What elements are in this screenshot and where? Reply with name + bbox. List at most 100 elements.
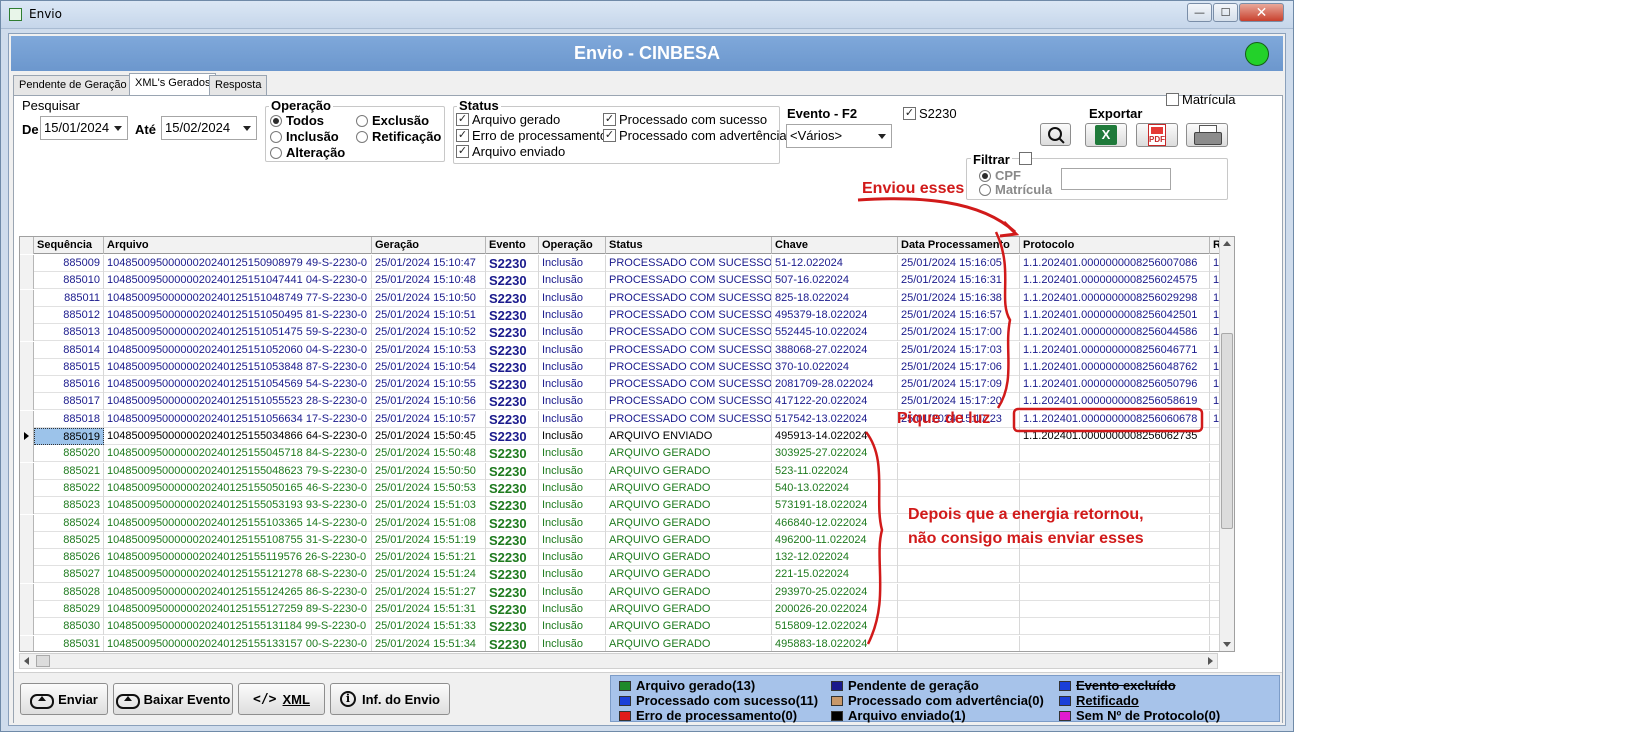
row-indicator-cell[interactable] — [20, 445, 34, 463]
row-indicator-cell[interactable] — [20, 255, 34, 272]
evento-select[interactable]: <Vários> — [786, 124, 892, 148]
close-button[interactable]: ✕ — [1239, 3, 1284, 22]
row-indicator-cell[interactable] — [20, 376, 34, 394]
legend-item: Processado com sucesso(11) — [619, 693, 818, 708]
grid-horizontal-scrollbar[interactable] — [19, 653, 1218, 669]
print-button[interactable] — [1186, 123, 1228, 147]
table-row[interactable]: 885014 10485009500000020240125151052060 0… — [20, 341, 1234, 359]
check-s2230[interactable]: ✓ S2230 — [903, 106, 957, 121]
table-row[interactable]: 885010 10485009500000020240125151047441 0… — [20, 272, 1234, 290]
column-header-status[interactable]: Status — [606, 237, 772, 254]
export-pdf-button[interactable]: PDF — [1136, 123, 1178, 147]
check-processado-sucesso[interactable]: ✓ Processado com sucesso — [603, 112, 767, 127]
date-from-picker[interactable]: 15/01/2024 — [40, 116, 128, 140]
search-button[interactable] — [1040, 123, 1071, 146]
minimize-button[interactable]: — — [1187, 3, 1212, 22]
arrow-left-icon[interactable] — [24, 657, 29, 665]
scrollbar-thumb[interactable] — [36, 655, 50, 667]
row-indicator-cell[interactable] — [20, 618, 34, 636]
arrow-down-icon[interactable] — [1223, 642, 1231, 647]
row-indicator-cell[interactable] — [20, 479, 34, 497]
maximize-button[interactable]: ☐ — [1213, 3, 1238, 22]
row-indicator-cell[interactable] — [20, 497, 34, 515]
radio-cpf[interactable]: CPF — [979, 168, 1021, 183]
export-excel-button[interactable]: X — [1085, 123, 1127, 147]
column-header-chave[interactable]: Chave — [772, 237, 898, 254]
row-indicator-cell[interactable] — [20, 462, 34, 480]
row-indicator-cell[interactable] — [20, 306, 34, 324]
info-envio-button[interactable]: i Inf. do Envio — [330, 683, 450, 715]
radio-inclusao[interactable]: Inclusão — [270, 129, 339, 144]
column-header-evento[interactable]: Evento — [486, 237, 539, 254]
table-row[interactable]: 885015 10485009500000020240125151053848 8… — [20, 358, 1234, 376]
table-row[interactable]: 885027 10485009500000020240125155121278 6… — [20, 566, 1219, 584]
check-filtrar[interactable] — [1019, 152, 1032, 165]
row-indicator-cell[interactable] — [20, 324, 34, 342]
row-indicator-cell[interactable] — [20, 566, 34, 584]
check-matricula[interactable]: Matrícula — [1166, 92, 1235, 107]
grid-vertical-scrollbar[interactable] — [1219, 237, 1234, 651]
row-indicator-cell[interactable] — [20, 601, 34, 618]
row-indicator-cell[interactable] — [20, 428, 34, 445]
arrow-up-icon[interactable] — [1223, 241, 1231, 246]
table-row[interactable]: 885011 10485009500000020240125151048749 7… — [20, 289, 1234, 307]
enviar-button[interactable]: Enviar — [20, 683, 108, 715]
tab-pendente-geracao[interactable]: Pendente de Geração — [13, 75, 133, 95]
table-row[interactable]: 885020 10485009500000020240125155045718 8… — [20, 445, 1219, 463]
row-indicator-cell[interactable] — [20, 531, 34, 549]
table-row[interactable]: 885012 10485009500000020240125151050495 8… — [20, 306, 1234, 324]
check-arquivo-enviado[interactable]: ✓ Arquivo enviado — [456, 144, 565, 159]
title-bar[interactable]: Envio — ☐ ✕ — [1, 1, 1293, 29]
cell-data_proc: 25/01/2024 15:17:06 — [898, 358, 1020, 376]
check-arquivo-gerado[interactable]: ✓ Arquivo gerado — [456, 112, 560, 127]
tab-resposta[interactable]: Resposta — [209, 75, 268, 95]
table-row[interactable]: 885018 10485009500000020240125151056634 1… — [20, 410, 1234, 428]
table-row[interactable]: 885017 10485009500000020240125151055523 2… — [20, 393, 1234, 411]
table-row[interactable]: 885021 10485009500000020240125155048623 7… — [20, 462, 1219, 480]
filtrar-input[interactable] — [1061, 168, 1171, 190]
column-header-operacao[interactable]: Operação — [539, 237, 606, 254]
table-row[interactable]: 885029 10485009500000020240125155127259 8… — [20, 601, 1219, 618]
row-indicator-cell[interactable] — [20, 514, 34, 532]
row-indicator-cell[interactable] — [20, 358, 34, 376]
column-header-geracao[interactable]: Geração — [372, 237, 486, 254]
table-row[interactable]: 885016 10485009500000020240125151054569 5… — [20, 376, 1234, 394]
check-erro-processamento[interactable]: ✓ Erro de processamento — [456, 128, 607, 143]
row-indicator-cell[interactable] — [20, 393, 34, 411]
radio-alteracao[interactable]: Alteração — [270, 145, 345, 160]
table-row[interactable]: 885013 10485009500000020240125151051475 5… — [20, 324, 1234, 342]
baixar-evento-button[interactable]: Baixar Evento — [113, 683, 233, 715]
arrow-right-icon[interactable] — [1208, 657, 1213, 665]
table-row[interactable]: 885028 10485009500000020240125155124265 8… — [20, 583, 1219, 601]
row-indicator-cell[interactable] — [20, 289, 34, 307]
cell-geracao: 25/01/2024 15:51:33 — [372, 618, 486, 636]
table-row[interactable]: 885026 10485009500000020240125155119576 2… — [20, 549, 1219, 567]
row-indicator-cell[interactable] — [20, 410, 34, 428]
radio-exclusao[interactable]: Exclusão — [356, 113, 429, 128]
row-indicator-cell[interactable] — [20, 635, 34, 651]
radio-todos[interactable]: Todos — [270, 113, 324, 128]
date-to-picker[interactable]: 15/02/2024 — [161, 116, 257, 140]
tab-xmls-gerados[interactable]: XML's Gerados — [129, 73, 217, 95]
row-indicator-cell[interactable] — [20, 583, 34, 601]
legend-swatch — [831, 680, 843, 691]
column-header-arquivo[interactable]: Arquivo — [104, 237, 372, 254]
table-row[interactable]: 885009 10485009500000020240125150908979 4… — [20, 255, 1234, 272]
row-indicator-cell[interactable] — [20, 549, 34, 567]
column-header-protocolo[interactable]: Protocolo — [1020, 237, 1210, 254]
cell-evento: S2230 — [486, 376, 539, 394]
table-row[interactable]: 885031 10485009500000020240125155133157 0… — [20, 635, 1219, 651]
check-processado-advertencia[interactable]: ✓ Processado com advertência — [603, 128, 787, 143]
xml-button[interactable]: </> XML — [238, 683, 325, 715]
column-header-seq[interactable]: Sequência — [34, 237, 104, 254]
row-indicator-cell[interactable] — [20, 272, 34, 290]
radio-matricula[interactable]: Matrícula — [979, 182, 1052, 197]
table-row[interactable]: 885030 10485009500000020240125155131184 9… — [20, 618, 1219, 636]
radio-retificacao[interactable]: Retificação — [356, 129, 441, 144]
column-header-data_proc[interactable]: Data Processamento — [898, 237, 1020, 254]
table-row[interactable]: 885022 10485009500000020240125155050165 4… — [20, 479, 1219, 497]
scrollbar-thumb[interactable] — [1221, 333, 1233, 529]
table-row[interactable]: 885019 10485009500000020240125155034866 6… — [20, 428, 1219, 445]
row-indicator-cell[interactable] — [20, 341, 34, 359]
legend-label: Pendente de geração — [848, 678, 979, 693]
